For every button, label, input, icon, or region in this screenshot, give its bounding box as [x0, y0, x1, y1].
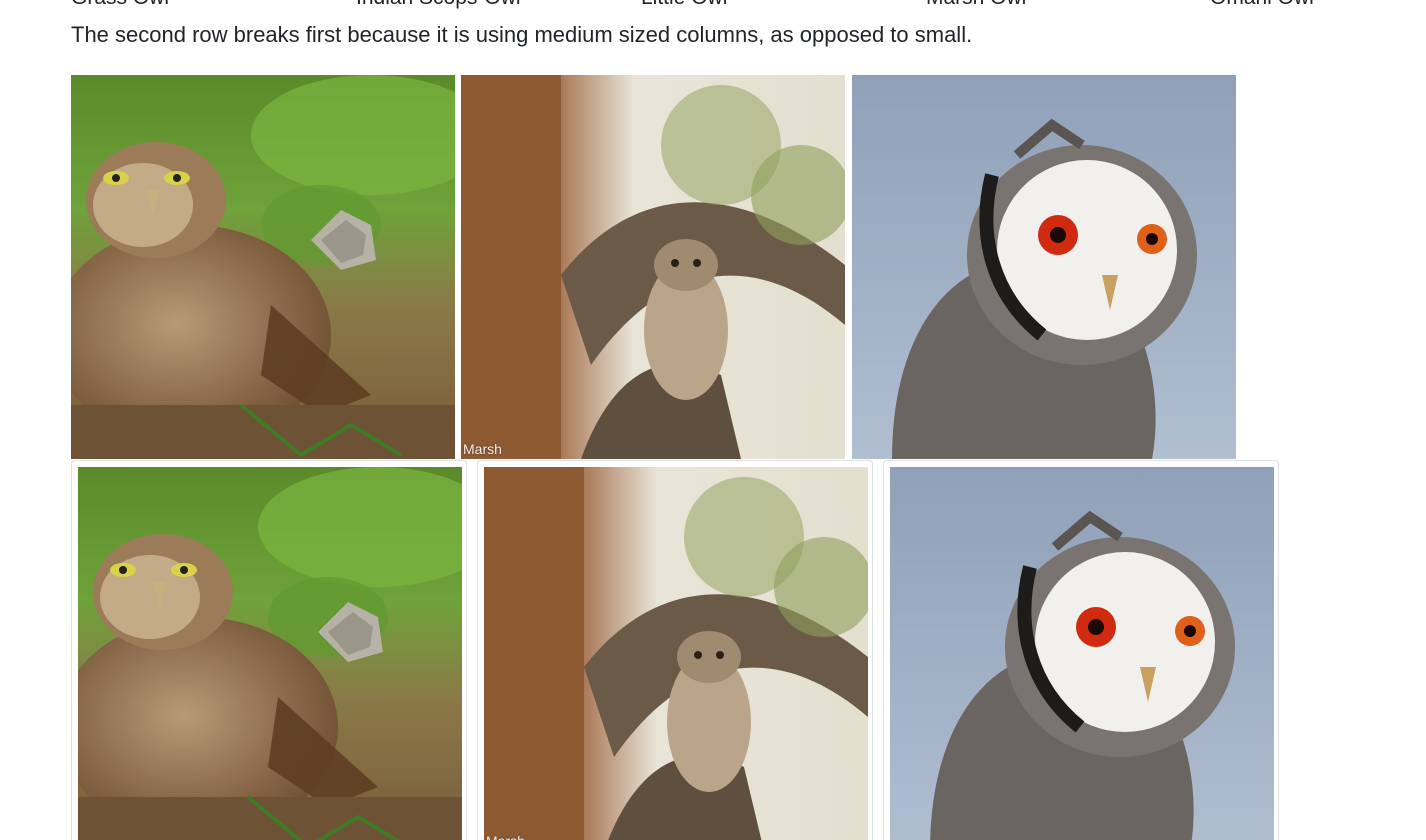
tree-owl-image: Marsh	[461, 75, 845, 459]
image-watermark: Marsh	[486, 833, 525, 840]
image-row-medium: Marsh	[71, 460, 1286, 840]
white-faced-owl-thumbnail	[883, 460, 1279, 840]
owl-name-3: Little Owl	[641, 0, 727, 10]
tree-owl-illustration	[461, 75, 845, 459]
tree-owl-image: Marsh	[484, 467, 868, 840]
burrowing-owl-illustration	[78, 467, 462, 840]
burrowing-owl-thumbnail	[71, 460, 467, 840]
tree-owl-thumbnail: Marsh	[477, 460, 873, 840]
white-faced-owl-illustration	[852, 75, 1236, 459]
burrowing-owl-image	[78, 467, 462, 840]
owl-name-5: Omani Owl	[1210, 0, 1314, 10]
owl-name-2: Indian Scops-Owl	[356, 0, 521, 10]
white-faced-owl-illustration	[890, 467, 1274, 840]
lead-paragraph: The second row breaks first because it i…	[71, 22, 973, 47]
burrowing-owl-image	[71, 75, 455, 459]
image-watermark: Marsh	[463, 441, 502, 457]
tree-owl-illustration	[484, 467, 868, 840]
burrowing-owl-illustration	[71, 75, 455, 459]
owl-name-1: Grass Owl	[71, 0, 169, 10]
white-faced-owl-image	[890, 467, 1274, 840]
image-row-small: Marsh	[71, 75, 1241, 459]
owl-name-4: Marsh Owl	[926, 0, 1026, 10]
white-faced-owl-image	[852, 75, 1236, 459]
owl-names-row: Grass Owl Indian Scops-Owl Little Owl Ma…	[71, 0, 1361, 16]
